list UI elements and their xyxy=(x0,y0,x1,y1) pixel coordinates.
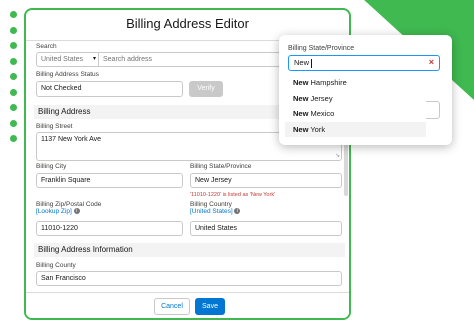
option-new-mexico[interactable]: New Mexico xyxy=(285,106,426,122)
county-label: Billing County xyxy=(36,262,76,269)
city-value: Franklin Square xyxy=(41,177,91,184)
popup-label: Billing State/Province xyxy=(288,45,355,52)
state-label: Billing State/Province xyxy=(190,163,252,170)
option-match: New xyxy=(293,124,309,134)
info-icon[interactable]: i xyxy=(73,208,80,215)
dot xyxy=(9,73,17,80)
county-input[interactable]: San Francisco xyxy=(36,271,342,286)
state-warning: '11010-1220' is listed as 'New York' xyxy=(190,192,276,198)
zip-input[interactable]: 11010-1220 xyxy=(36,221,183,236)
cancel-button[interactable]: Cancel xyxy=(154,298,190,315)
dot xyxy=(9,88,17,96)
dot xyxy=(9,57,17,65)
clear-icon[interactable]: × xyxy=(429,56,434,69)
country-combobox-value: United States xyxy=(41,56,84,63)
decorative-dots xyxy=(7,11,19,151)
dot xyxy=(9,42,17,49)
state-options-list: New Hampshire New Jersey New Mexico New … xyxy=(285,75,426,137)
dot xyxy=(9,119,17,127)
section-billing-address-information: Billing Address Information xyxy=(34,243,345,257)
dot xyxy=(9,26,17,34)
option-match: New xyxy=(293,93,309,103)
option-rest: Jersey xyxy=(308,93,333,103)
option-rest: York xyxy=(308,124,326,134)
country-input[interactable]: United States xyxy=(190,221,342,236)
dot xyxy=(9,11,17,18)
state-input[interactable]: New Jersey xyxy=(190,173,342,188)
text-caret xyxy=(311,58,313,68)
search-label: Search xyxy=(36,43,57,50)
state-autocomplete-popup: Billing State/Province New × New Hampshi… xyxy=(279,35,452,145)
street-label: Billing Street xyxy=(36,123,73,130)
option-match: New xyxy=(293,109,309,118)
country-combobox[interactable]: United States ▾ xyxy=(36,52,98,67)
option-match: New xyxy=(293,78,309,87)
modal-footer: Cancel Save xyxy=(26,292,349,318)
option-new-jersey[interactable]: New Jersey xyxy=(285,91,426,107)
chevron-down-icon: ▾ xyxy=(92,53,96,66)
country-link-row: [United States] i xyxy=(190,208,241,215)
county-value: San Francisco xyxy=(41,275,86,282)
status-label: Billing Address Status xyxy=(36,71,99,78)
state-value: New Jersey xyxy=(195,177,232,184)
dot xyxy=(9,104,17,111)
underlying-field-edge xyxy=(426,101,440,119)
resize-handle-icon[interactable]: ↘ xyxy=(335,152,340,159)
modal-title: Billing Address Editor xyxy=(126,16,249,31)
option-new-york[interactable]: New York xyxy=(285,121,426,137)
option-rest: Hampshire xyxy=(308,78,347,87)
lookup-zip-link[interactable]: [Lookup Zip] xyxy=(36,208,72,215)
option-rest: Mexico xyxy=(308,109,335,118)
popup-state-input[interactable]: New × xyxy=(288,55,440,71)
popup-query: New xyxy=(294,58,310,67)
street-value: 1137 New York Ave xyxy=(41,136,102,143)
dot xyxy=(9,135,17,142)
verify-button[interactable]: Verify xyxy=(189,81,223,97)
save-button[interactable]: Save xyxy=(195,298,225,315)
country-value: United States xyxy=(195,225,238,232)
option-new-hampshire[interactable]: New Hampshire xyxy=(285,75,426,91)
country-label: Billing Country xyxy=(190,201,232,208)
status-value: Not Checked xyxy=(41,85,82,92)
united-states-link[interactable]: [United States] xyxy=(190,208,233,215)
info-icon[interactable]: i xyxy=(234,208,241,215)
status-field[interactable]: Not Checked xyxy=(36,81,183,97)
zip-lookup-row: [Lookup Zip] i xyxy=(36,208,80,215)
zip-value: 11010-1220 xyxy=(41,225,78,232)
city-input[interactable]: Franklin Square xyxy=(36,173,183,188)
zip-label: Billing Zip/Postal Code xyxy=(36,201,102,208)
search-placeholder: Search address xyxy=(103,56,153,63)
city-label: Billing City xyxy=(36,163,67,170)
